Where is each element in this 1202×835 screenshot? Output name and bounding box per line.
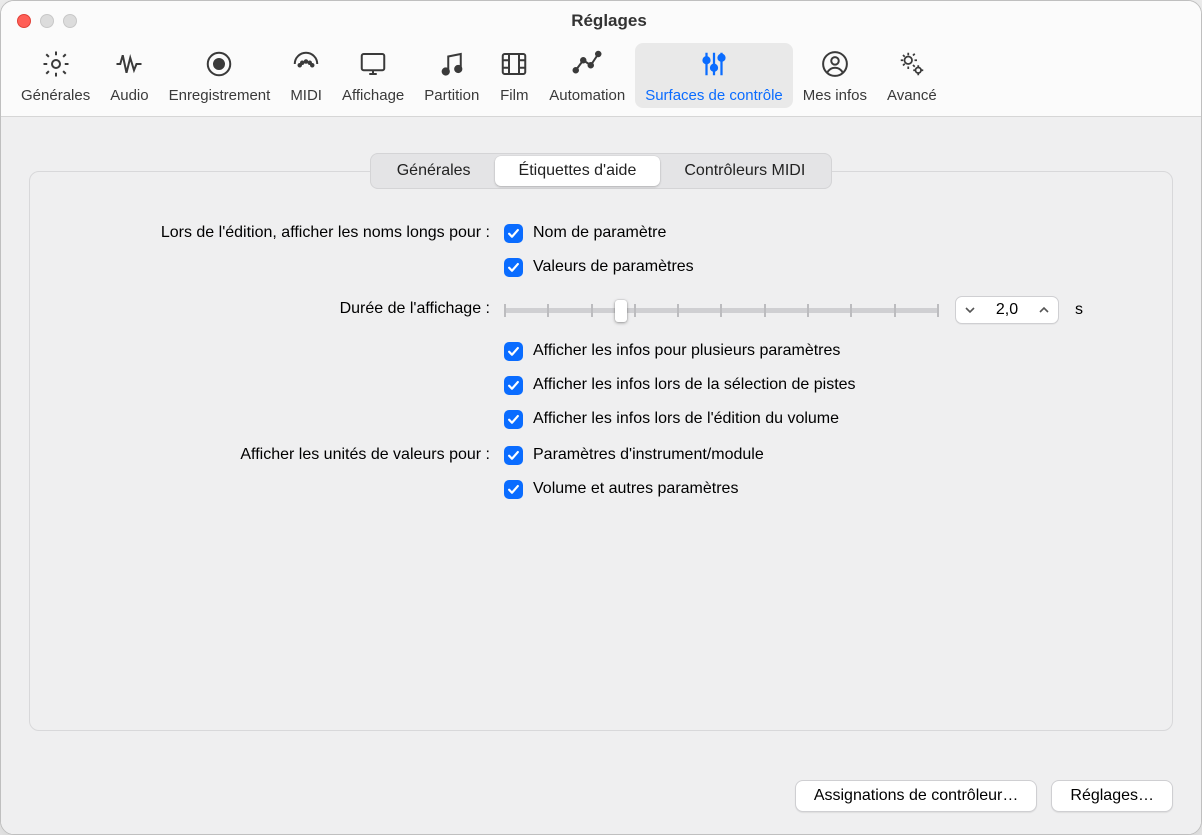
subtab-generales[interactable]: Générales (373, 156, 495, 186)
waveform-icon (114, 49, 144, 83)
checkbox-label: Volume et autres paramètres (533, 476, 738, 502)
checkmark-icon (504, 446, 523, 465)
window-title: Réglages (17, 11, 1201, 31)
tab-label: Affichage (342, 87, 404, 104)
checkmark-icon (504, 410, 523, 429)
footer-buttons: Assignations de contrôleur… Réglages… (795, 780, 1173, 812)
tab-label: Audio (110, 87, 148, 104)
stepper-value: 2,0 (984, 301, 1030, 319)
label-value-units: Afficher les unités de valeurs pour : (30, 442, 504, 468)
tab-avance[interactable]: Avancé (877, 43, 947, 108)
chevron-up-icon[interactable] (1030, 297, 1058, 323)
checkbox-track-select[interactable]: Afficher les infos lors de la sélection … (504, 372, 1172, 398)
tab-generales[interactable]: Générales (11, 43, 100, 108)
person-circle-icon (820, 49, 850, 83)
display-time-slider[interactable] (504, 298, 939, 322)
prefs-body: Générales Étiquettes d'aide Contrôleurs … (1, 117, 1201, 834)
checkmark-icon (504, 342, 523, 361)
film-icon (499, 49, 529, 83)
tab-label: Film (500, 87, 528, 104)
checkmark-icon (504, 258, 523, 277)
tab-enregistrement[interactable]: Enregistrement (159, 43, 281, 108)
checkbox-label: Nom de paramètre (533, 220, 666, 246)
subtabs: Générales Étiquettes d'aide Contrôleurs … (1, 153, 1201, 189)
label-long-names: Lors de l'édition, afficher les noms lon… (30, 220, 504, 246)
checkbox-instrument[interactable]: Paramètres d'instrument/module (504, 442, 1172, 468)
titlebar: Réglages (1, 1, 1201, 41)
prefs-toolbar: Générales Audio Enregistrement MIDI (1, 41, 1201, 117)
music-note-icon (437, 49, 467, 83)
checkmark-icon (504, 480, 523, 499)
display-time-stepper[interactable]: 2,0 (955, 296, 1059, 324)
record-icon (204, 49, 234, 83)
display-icon (358, 49, 388, 83)
assignations-button[interactable]: Assignations de contrôleur… (795, 780, 1038, 812)
tab-label: Enregistrement (169, 87, 271, 104)
tab-film[interactable]: Film (489, 43, 539, 108)
checkbox-label: Afficher les infos pour plusieurs paramè… (533, 338, 840, 364)
checkbox-label: Afficher les infos lors de la sélection … (533, 372, 856, 398)
checkbox-multi-param[interactable]: Afficher les infos pour plusieurs paramè… (504, 338, 1172, 364)
label-display-time: Durée de l'affichage : (30, 296, 504, 322)
checkmark-icon (504, 224, 523, 243)
tab-label: Surfaces de contrôle (645, 87, 783, 104)
subtab-controleurs-midi[interactable]: Contrôleurs MIDI (660, 156, 829, 186)
gear-icon (41, 49, 71, 83)
checkbox-param-values[interactable]: Valeurs de paramètres (504, 254, 1172, 280)
tab-label: Générales (21, 87, 90, 104)
tab-audio[interactable]: Audio (100, 43, 158, 108)
midi-icon (291, 49, 321, 83)
tab-label: Automation (549, 87, 625, 104)
sliders-icon (699, 49, 729, 83)
tab-label: Mes infos (803, 87, 867, 104)
subtab-etiquettes-aide[interactable]: Étiquettes d'aide (495, 156, 661, 186)
settings-window: Réglages Générales Audio Enregistrement (0, 0, 1202, 835)
checkbox-label: Valeurs de paramètres (533, 254, 694, 280)
unit-label: s (1075, 301, 1083, 319)
tab-surfaces-de-controle[interactable]: Surfaces de contrôle (635, 43, 793, 108)
tab-label: Avancé (887, 87, 937, 104)
tab-affichage[interactable]: Affichage (332, 43, 414, 108)
double-gear-icon (897, 49, 927, 83)
tab-label: Partition (424, 87, 479, 104)
reglages-button[interactable]: Réglages… (1051, 780, 1173, 812)
automation-icon (572, 49, 602, 83)
checkbox-label: Paramètres d'instrument/module (533, 442, 764, 468)
checkmark-icon (504, 376, 523, 395)
tab-label: MIDI (290, 87, 322, 104)
tab-partition[interactable]: Partition (414, 43, 489, 108)
settings-panel: Lors de l'édition, afficher les noms lon… (29, 171, 1173, 731)
tab-midi[interactable]: MIDI (280, 43, 332, 108)
tab-mes-infos[interactable]: Mes infos (793, 43, 877, 108)
checkbox-param-name[interactable]: Nom de paramètre (504, 220, 1172, 246)
checkbox-volume-edit[interactable]: Afficher les infos lors de l'édition du … (504, 406, 1172, 432)
tab-automation[interactable]: Automation (539, 43, 635, 108)
checkbox-volume-other[interactable]: Volume et autres paramètres (504, 476, 1172, 502)
chevron-down-icon[interactable] (956, 297, 984, 323)
checkbox-label: Afficher les infos lors de l'édition du … (533, 406, 839, 432)
